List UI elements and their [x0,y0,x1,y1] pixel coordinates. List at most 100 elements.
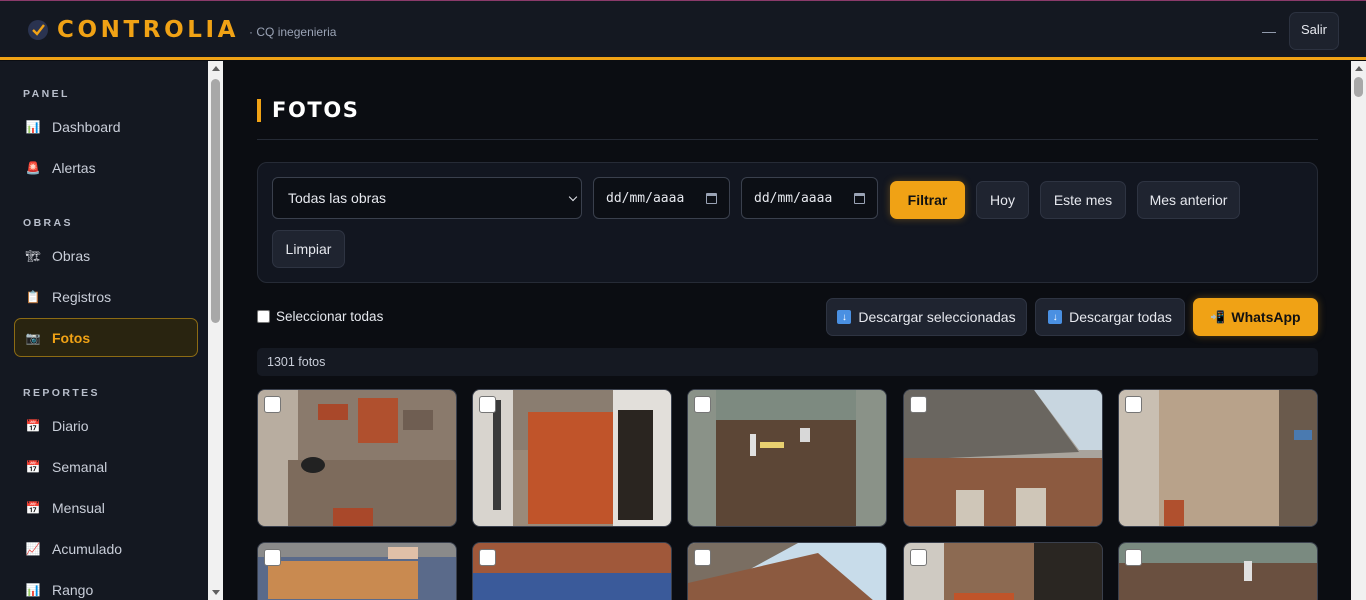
clipboard-icon: 📋 [25,289,41,304]
sidebar-item-label: Diario [52,417,89,434]
today-button[interactable]: Hoy [976,181,1029,219]
download-selected-label: Descargar seleccionadas [858,309,1016,325]
scroll-up-arrow-icon[interactable] [1355,66,1363,71]
photo-count: 1301 fotos [257,348,1318,376]
last-month-button[interactable]: Mes anterior [1137,181,1240,219]
date-from-input[interactable]: dd/mm/aaaa [593,177,730,219]
sidebar-item-dashboard[interactable]: 📊 Dashboard [14,107,198,146]
obra-select[interactable]: Todas las obras [272,177,582,219]
sidebar-item-label: Acumulado [52,540,123,557]
sidebar-item-label: Registros [52,288,112,305]
photo-tile[interactable] [1118,389,1318,527]
select-all-label: Seleccionar todas [276,309,384,324]
photo-tile[interactable] [687,389,887,527]
sidebar-section-panel: PANEL [23,88,70,100]
photo-checkbox[interactable] [694,396,711,413]
sidebar-item-fotos[interactable]: 📷 Fotos [14,318,198,357]
date-to-placeholder: dd/mm/aaaa [754,190,833,206]
photo-image [904,543,1102,600]
whatsapp-button[interactable]: 📲 WhatsApp [1193,298,1318,336]
photo-image [688,390,886,526]
photo-image [688,543,886,600]
page-title: FOTOS [257,99,360,122]
sidebar-item-label: Fotos [52,329,91,346]
sidebar-item-label: Semanal [52,458,108,475]
top-bar: CONTROLIA · CQ inegenieria — Salir [0,0,1366,60]
photo-tile[interactable] [257,389,457,527]
photo-image [258,390,456,526]
sidebar-item-semanal[interactable]: 📅 Semanal [14,447,198,486]
photo-tile[interactable] [257,542,457,600]
photo-image [258,543,456,600]
sidebar: PANEL 📊 Dashboard 🚨 Alertas OBRAS 🏗 Obra… [0,61,208,600]
date-to-input[interactable]: dd/mm/aaaa [741,177,878,219]
photo-image [1119,390,1317,526]
sidebar-item-label: Alertas [52,159,96,176]
photo-checkbox[interactable] [1125,396,1142,413]
sidebar-item-label: Dashboard [52,118,121,135]
camera-icon: 📷 [25,330,41,345]
photo-tile[interactable] [1118,542,1318,600]
photo-tile[interactable] [903,542,1103,600]
photo-checkbox[interactable] [479,396,496,413]
filter-button[interactable]: Filtrar [890,181,965,219]
sidebar-scrollbar[interactable] [208,61,223,600]
sidebar-section-obras: OBRAS [23,217,73,229]
sidebar-item-alertas[interactable]: 🚨 Alertas [14,148,198,187]
select-all-checkbox[interactable] [257,310,270,323]
obra-select-value: Todas las obras [288,190,387,206]
calendar-picker-icon[interactable] [854,193,865,204]
photo-tile[interactable] [472,389,672,527]
select-all[interactable]: Seleccionar todas [257,309,383,324]
photo-checkbox[interactable] [694,549,711,566]
brand-subtitle: · CQ inegenieria [249,25,337,39]
photo-checkbox[interactable] [910,549,927,566]
photo-tile[interactable] [687,542,887,600]
photo-tile[interactable] [472,542,672,600]
photo-checkbox[interactable] [264,549,281,566]
sidebar-item-rango[interactable]: 📊 Rango [14,570,198,600]
main-scroll-thumb[interactable] [1354,77,1363,97]
photo-checkbox[interactable] [1125,549,1142,566]
trend-chart-icon: 📈 [25,541,41,556]
this-month-button[interactable]: Este mes [1040,181,1126,219]
bar-chart-icon: 📊 [25,119,41,134]
calendar-icon: 📅 [25,500,41,515]
sidebar-item-label: Obras [52,247,91,264]
title-divider [257,139,1318,140]
minimize-button[interactable]: — [1262,23,1276,39]
photo-image [473,543,671,600]
logout-button[interactable]: Salir [1289,12,1339,50]
calendar-icon: 📅 [25,459,41,474]
sidebar-item-label: Rango [52,581,94,598]
bar-chart-icon: 📊 [25,582,41,597]
chevron-down-icon [568,192,578,202]
sidebar-item-label: Mensual [52,499,105,516]
photo-checkbox[interactable] [479,549,496,566]
clear-button[interactable]: Limpiar [272,230,345,268]
photo-image [473,390,671,526]
calendar-picker-icon[interactable] [706,193,717,204]
crane-icon: 🏗 [25,248,41,263]
scroll-up-arrow-icon[interactable] [212,66,220,71]
download-all-label: Descargar todas [1069,309,1172,325]
download-selected-button[interactable]: ↓ Descargar seleccionadas [826,298,1027,336]
sidebar-section-reportes: REPORTES [23,387,100,399]
main-scrollbar[interactable] [1351,61,1366,600]
sidebar-item-mensual[interactable]: 📅 Mensual [14,488,198,527]
calendar-icon: 📅 [25,418,41,433]
download-all-button[interactable]: ↓ Descargar todas [1035,298,1185,336]
siren-icon: 🚨 [25,160,41,175]
sidebar-item-acumulado[interactable]: 📈 Acumulado [14,529,198,568]
photo-tile[interactable] [903,389,1103,527]
download-arrow-icon: ↓ [1048,310,1063,324]
sidebar-item-diario[interactable]: 📅 Diario [14,406,198,445]
sidebar-scroll-thumb[interactable] [211,79,220,323]
download-arrow-icon: ↓ [837,310,852,324]
photo-checkbox[interactable] [910,396,927,413]
scroll-down-arrow-icon[interactable] [212,590,220,595]
sidebar-item-registros[interactable]: 📋 Registros [14,277,198,316]
mobile-phone-icon: 📲 [1210,310,1226,324]
photo-checkbox[interactable] [264,396,281,413]
sidebar-item-obras[interactable]: 🏗 Obras [14,236,198,275]
